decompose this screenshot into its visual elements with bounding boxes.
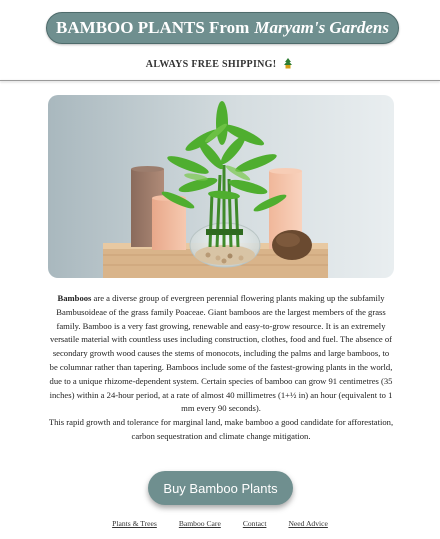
title-prefix: BAMBOO PLANTS From (56, 18, 250, 37)
footer-nav: Plants & Trees Bamboo Care Contact Need … (0, 519, 440, 528)
footer-link-contact[interactable]: Contact (243, 519, 267, 528)
shipping-text: ALWAYS FREE SHIPPING! (145, 59, 277, 70)
description-paragraph-1: are a diverse group of evergreen perenni… (49, 293, 393, 414)
footer-link-bamboo-care[interactable]: Bamboo Care (179, 519, 221, 528)
hero-image (48, 95, 394, 278)
divider (0, 80, 440, 81)
shipping-banner: ALWAYS FREE SHIPPING! (0, 57, 440, 70)
description: Bamboos are a diverse group of evergreen… (48, 292, 394, 444)
title-brand: Maryam's Gardens (254, 18, 389, 37)
footer-link-plants-trees[interactable]: Plants & Trees (112, 519, 157, 528)
page-title: BAMBOO PLANTS From Maryam's Gardens (46, 12, 399, 44)
description-paragraph-2: This rapid growth and tolerance for marg… (48, 417, 394, 441)
buy-bamboo-plants-button[interactable]: Buy Bamboo Plants (148, 471, 293, 505)
potted-plant-icon (282, 57, 294, 69)
footer-link-need-advice[interactable]: Need Advice (288, 519, 327, 528)
description-lead: Bamboos (57, 293, 92, 303)
